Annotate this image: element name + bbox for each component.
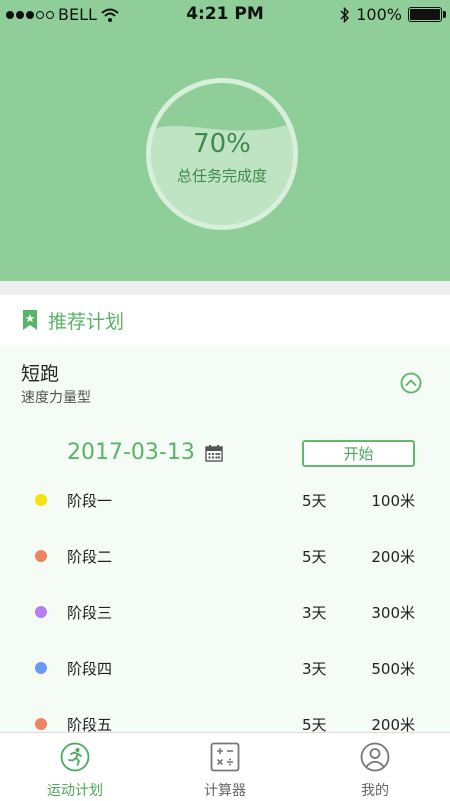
status-bar: BELL 4:21 PM 100% [0, 0, 450, 30]
stage-color-dot [35, 494, 47, 506]
stage-color-dot [35, 550, 47, 562]
stage-row[interactable]: 阶段三 3天 300米 [0, 597, 450, 627]
battery-icon [408, 7, 446, 22]
stage-color-dot [35, 606, 47, 618]
progress-ring: 70% 总任务完成度 [146, 78, 298, 230]
start-date: 2017-03-13 [67, 440, 195, 465]
battery-percent: 100% [356, 5, 402, 24]
calendar-icon[interactable] [205, 444, 223, 462]
stage-row[interactable]: 阶段四 3天 500米 [0, 653, 450, 683]
stage-name: 阶段二 [67, 548, 113, 566]
bookmark-icon [23, 310, 37, 330]
stage-row[interactable]: 阶段一 5天 100米 [0, 485, 450, 515]
stage-color-dot [35, 718, 47, 730]
stage-row[interactable]: 阶段二 5天 200米 [0, 541, 450, 571]
stage-days: 3天 [302, 604, 327, 622]
tab-bar: 运动计划 计算器 我的 [0, 732, 450, 801]
status-right: 100% [340, 5, 446, 24]
chevron-up-icon[interactable] [400, 372, 422, 394]
progress-caption: 总任务完成度 [176, 167, 267, 185]
stage-days: 5天 [302, 716, 327, 732]
stage-distance: 100米 [371, 492, 415, 510]
bluetooth-icon [340, 6, 350, 23]
tab-calculator[interactable]: 计算器 [150, 733, 300, 801]
tab-label: 运动计划 [47, 783, 103, 799]
plan-schedule: 2017-03-13 开始 阶段一 5天 100米 阶段二 5天 200米 阶段三 3天 300… [0, 422, 450, 732]
progress-panel: 70% 总任务完成度 [0, 30, 450, 281]
stage-days: 5天 [302, 492, 327, 510]
runner-icon [60, 742, 90, 772]
tab-label: 计算器 [204, 783, 246, 799]
stage-distance: 300米 [371, 604, 415, 622]
plan-type: 速度力量型 [21, 390, 91, 406]
date-row: 2017-03-13 [67, 440, 223, 465]
section-title: 推荐计划 [48, 310, 125, 333]
stage-name: 阶段一 [67, 492, 113, 510]
stage-distance: 500米 [371, 660, 415, 678]
stage-days: 5天 [302, 548, 327, 566]
recommended-plans-header: 推荐计划 [0, 295, 450, 346]
stage-row[interactable]: 阶段五 5天 200米 [0, 709, 450, 732]
start-button[interactable]: 开始 [302, 440, 415, 467]
progress-percent: 70% [193, 129, 251, 159]
plan-name: 短跑 [21, 363, 60, 385]
tab-exercise-plan[interactable]: 运动计划 [0, 733, 150, 801]
stage-distance: 200米 [371, 716, 415, 732]
calculator-icon [210, 742, 240, 772]
plan-card[interactable]: 短跑 速度力量型 [0, 345, 450, 423]
progress-text: 70% 总任务完成度 [151, 129, 293, 186]
user-icon [360, 742, 390, 772]
stage-days: 3天 [302, 660, 327, 678]
tab-label: 我的 [361, 783, 389, 799]
stage-name: 阶段四 [67, 660, 113, 678]
stage-name: 阶段三 [67, 604, 113, 622]
stage-distance: 200米 [371, 548, 415, 566]
stage-color-dot [35, 662, 47, 674]
stage-name: 阶段五 [67, 716, 113, 732]
tab-profile[interactable]: 我的 [300, 733, 450, 801]
